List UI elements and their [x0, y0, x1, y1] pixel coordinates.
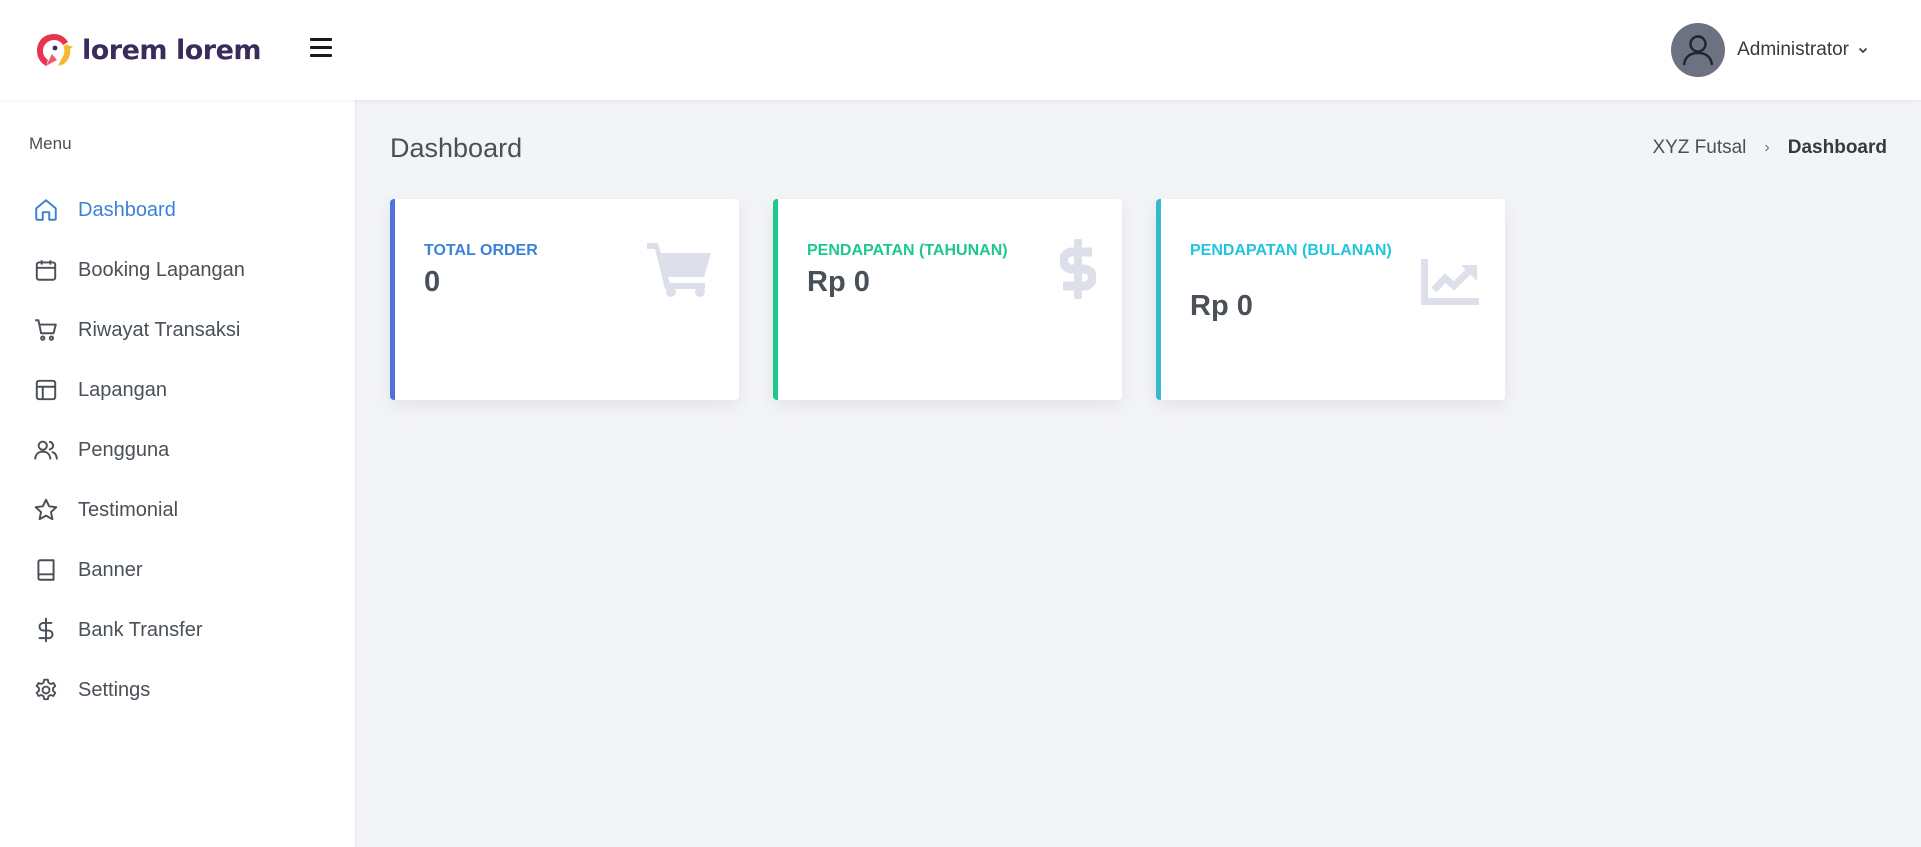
sidebar-item-riwayat-transaksi[interactable]: Riwayat Transaksi [0, 300, 356, 360]
sidebar-item-label: Pengguna [78, 438, 170, 461]
home-icon [32, 196, 60, 224]
chart-line-icon [1421, 259, 1479, 305]
menu-title: Menu [29, 134, 72, 153]
user-dropdown[interactable]: Administrator [1671, 23, 1869, 77]
calendar-icon [32, 256, 60, 284]
sidebar-item-label: Dashboard [78, 198, 176, 221]
user-name: Administrator [1737, 39, 1849, 60]
sidebar-item-dashboard[interactable]: Dashboard [0, 180, 356, 240]
sidebar-nav: Dashboard Booking Lapangan Riwayat Trans… [0, 180, 356, 720]
parrot-logo-icon [37, 34, 73, 66]
card-value: Rp 0 [807, 266, 870, 298]
pendapatan-bulanan-card: PENDAPATAN (BULANAN) Rp 0 [1156, 199, 1505, 400]
dollar-sign-icon [1060, 239, 1096, 299]
card-label: TOTAL ORDER [424, 242, 538, 259]
sidebar-item-label: Riwayat Transaksi [78, 318, 241, 341]
layout-icon [32, 376, 60, 404]
sidebar-item-label: Lapangan [78, 378, 167, 401]
book-icon [32, 556, 60, 584]
breadcrumb: XYZ Futsal › Dashboard [1652, 137, 1887, 159]
sidebar-item-pengguna[interactable]: Pengguna [0, 420, 356, 480]
sidebar-item-booking-lapangan[interactable]: Booking Lapangan [0, 240, 356, 300]
cart-icon [32, 316, 60, 344]
card-label: PENDAPATAN (BULANAN) [1190, 242, 1392, 259]
brand-name: lorem lorem [82, 34, 262, 66]
breadcrumb-current: Dashboard [1787, 137, 1887, 158]
sidebar-item-label: Booking Lapangan [78, 258, 245, 281]
sidebar-item-label: Testimonial [78, 498, 179, 521]
sidebar-item-lapangan[interactable]: Lapangan [0, 360, 356, 420]
menu-toggle-button[interactable] [310, 38, 332, 60]
sidebar: Menu Dashboard Booking Lapangan Riwayat … [0, 100, 356, 847]
sidebar-item-testimonial[interactable]: Testimonial [0, 480, 356, 540]
sidebar-item-label: Banner [78, 558, 143, 581]
gear-icon [32, 676, 60, 704]
card-value: Rp 0 [1190, 290, 1253, 322]
sidebar-item-bank-transfer[interactable]: Bank Transfer [0, 600, 356, 660]
users-icon [32, 436, 60, 464]
pendapatan-tahunan-card: PENDAPATAN (TAHUNAN) Rp 0 [773, 199, 1122, 400]
card-label: PENDAPATAN (TAHUNAN) [807, 242, 1008, 259]
top-navbar: lorem lorem Administrator [0, 0, 1921, 100]
shopping-cart-icon [647, 243, 711, 297]
brand[interactable]: lorem lorem [32, 30, 262, 70]
card-value: 0 [424, 266, 441, 298]
dollar-icon [32, 616, 60, 644]
sidebar-item-banner[interactable]: Banner [0, 540, 356, 600]
chevron-down-icon [1858, 47, 1868, 54]
user-avatar-icon [1682, 35, 1714, 66]
breadcrumb-parent-link[interactable]: XYZ Futsal [1652, 137, 1746, 159]
page-title: Dashboard [390, 133, 523, 163]
sidebar-item-label: Settings [78, 678, 151, 701]
sidebar-item-settings[interactable]: Settings [0, 660, 356, 720]
total-order-card: TOTAL ORDER 0 [390, 199, 739, 400]
avatar [1671, 23, 1726, 77]
stat-cards: TOTAL ORDER 0 PENDAPATAN (TAHUNAN) Rp 0 … [390, 199, 1539, 400]
star-icon [32, 496, 60, 524]
chevron-right-icon: › [1764, 139, 1770, 156]
sidebar-item-label: Bank Transfer [78, 618, 203, 641]
